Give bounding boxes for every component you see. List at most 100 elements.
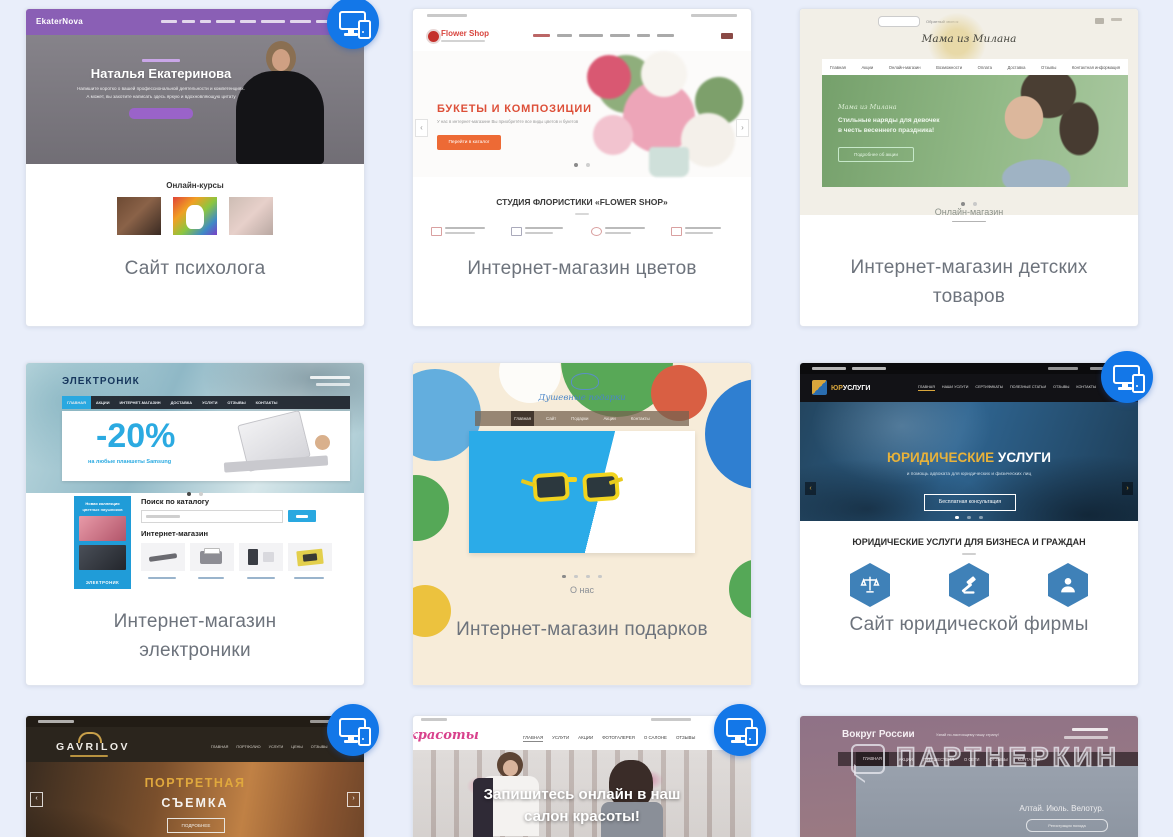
template-gallery: EkaterNova Наталья Екатеринова Напишите … bbox=[0, 0, 1173, 837]
preview-hero bbox=[469, 431, 695, 553]
side-banner-logo: ЭЛЕКТРОНИК bbox=[85, 580, 120, 585]
template-card-travel[interactable]: Вокруг России Узнай по-настоящему нашу с… bbox=[799, 715, 1139, 837]
service-icon-person bbox=[1048, 563, 1088, 607]
hero-line-2: в честь весеннего праздника! bbox=[838, 127, 935, 134]
course-thumbnails bbox=[26, 197, 364, 235]
hero-line-2: салон красоты! bbox=[524, 808, 640, 825]
features-row bbox=[431, 225, 741, 239]
course-thumb-2 bbox=[173, 197, 217, 235]
hero-subtitle: и помощь адвоката для юридических и физи… bbox=[906, 472, 1032, 477]
hero-title-1: ПОРТРЕТНАЯ bbox=[144, 776, 246, 790]
product-thumb-glasses bbox=[141, 543, 185, 571]
preview-navbar: ГЛАВНАЯ АКЦИИ ИНТЕРНЕТ-МАГАЗИН ДОСТАВКА УСЛУ… bbox=[62, 396, 350, 409]
preview-hero: Запишитесь онлайн в наш салон красоты! bbox=[413, 750, 751, 837]
template-caption: Интернет-магазин цветов bbox=[467, 258, 697, 279]
preview-navbar: ГЛАВНАЯ НАШИ УСЛУГИ СЕРТИФИКАТЫ ПОЛЕЗНЫЕ С… bbox=[918, 385, 1097, 391]
shop-title: Интернет-магазин bbox=[141, 529, 208, 538]
prev-arrow-icon: ‹ bbox=[805, 482, 816, 495]
smartphone-icon bbox=[1132, 374, 1145, 393]
smartphone-icon bbox=[358, 20, 371, 39]
section-title: СТУДИЯ ФЛОРИСТИКИ «FLOWER SHOP» bbox=[496, 197, 668, 207]
preview-topbar bbox=[26, 716, 364, 727]
laptop-photo bbox=[216, 409, 336, 477]
responsive-badge bbox=[714, 704, 766, 756]
flower-logo-icon bbox=[426, 29, 441, 44]
hero-subtitle-2: А может, вы захотите написать здесь ярку… bbox=[86, 94, 236, 99]
partnerkin-watermark: ПАРТНЕРКИН bbox=[851, 741, 1120, 783]
preview-hero: ПОРТРЕТНАЯ СЪЕМКА ПОДРОБНЕЕ ‹ › bbox=[26, 762, 364, 837]
preview-logo: Вокруг России bbox=[842, 729, 915, 740]
template-card-flowers[interactable]: Flower Shop БУКЕТЫ И КОМПОЗИЦИИ У нас в … bbox=[412, 8, 752, 327]
cart-icon bbox=[1095, 18, 1104, 24]
gift-logo-icon bbox=[571, 373, 599, 390]
template-card-electronics[interactable]: ЭЛЕКТРОНИК ГЛАВНАЯ АКЦИИ ИНТЕРНЕТ-МАГАЗИН Д… bbox=[25, 362, 365, 686]
feature-item bbox=[671, 225, 741, 239]
preview-logo: ЮРУСЛУГИ bbox=[831, 385, 871, 392]
side-banner-line-2: цветных наушников bbox=[82, 507, 123, 512]
template-preview-travel: Вокруг России Узнай по-настоящему нашу с… bbox=[800, 716, 1138, 837]
preview-topbar bbox=[800, 363, 1138, 374]
template-card-beauty[interactable]: красоты ГЛАВНАЯ УСЛУГИ АКЦИИ ФОТОГАЛЕРЕЯ О С… bbox=[412, 704, 766, 837]
preview-hero: ЭЛЕКТРОНИК ГЛАВНАЯ АКЦИИ ИНТЕРНЕТ-МАГАЗИН Д… bbox=[26, 363, 364, 496]
discount-value: -20% bbox=[96, 417, 176, 455]
next-arrow-icon: › bbox=[347, 792, 360, 807]
responsive-badge bbox=[1101, 351, 1153, 403]
course-thumb-3 bbox=[229, 197, 274, 235]
slider-dots bbox=[800, 506, 1138, 524]
template-caption: Интернет-магазин электроники bbox=[113, 611, 277, 661]
search-button bbox=[288, 510, 316, 522]
template-card-law[interactable]: ЮРУСЛУГИ ГЛАВНАЯ НАШИ УСЛУГИ СЕРТИФИКАТЫ П… bbox=[799, 351, 1153, 686]
template-caption: Сайт юридической фирмы bbox=[849, 614, 1089, 635]
catalog-button: Перейти в каталог bbox=[437, 135, 501, 150]
hero-line-1: Стильные наряды для девочек bbox=[838, 117, 940, 124]
section-title: Онлайн-курсы bbox=[166, 181, 224, 190]
template-card-psychologist[interactable]: EkaterNova Наталья Екатеринова Напишите … bbox=[25, 0, 379, 327]
slider-dots bbox=[413, 154, 751, 172]
product-thumb-notebook bbox=[288, 543, 332, 571]
responsive-badge bbox=[327, 0, 379, 49]
side-banner-line-1: Новая коллекция bbox=[85, 501, 120, 506]
sunglasses-photo bbox=[520, 471, 643, 513]
template-card-kids[interactable]: Обратный звонок Мама из Милана ГлавнаяАк… bbox=[799, 8, 1139, 327]
details-button: ПОДРОБНЕЕ bbox=[167, 818, 225, 833]
preview-tagline: Узнай по-настоящему нашу страну! bbox=[936, 733, 999, 737]
next-arrow-icon: › bbox=[1122, 482, 1133, 495]
search-title: Поиск по каталогу bbox=[141, 497, 210, 506]
preview-logo: EkaterNova bbox=[36, 17, 84, 26]
hero-line-1: Запишитесь онлайн в наш bbox=[483, 786, 681, 803]
feature-item bbox=[511, 225, 581, 239]
responsive-badge bbox=[327, 704, 379, 756]
preview-logo: красоты bbox=[413, 728, 479, 743]
hero-title-2: СЪЕМКА bbox=[161, 796, 229, 810]
preview-header: Flower Shop bbox=[413, 21, 751, 52]
preview-logo: Flower Shop bbox=[441, 29, 489, 38]
service-icon-gavel bbox=[949, 563, 989, 607]
preview-hero: БУКЕТЫ И КОМПОЗИЦИИ У нас в интернет-маг… bbox=[413, 51, 751, 177]
hero-title: БУКЕТЫ И КОМПОЗИЦИИ bbox=[437, 103, 592, 115]
hero-title: ЮРИДИЧЕСКИЕ УСЛУГИ bbox=[887, 450, 1051, 465]
template-preview-beauty: красоты ГЛАВНАЯ УСЛУГИ АКЦИИ ФОТОГАЛЕРЕЯ О С… bbox=[413, 716, 751, 837]
mountain-photo: Алтай. Июль. Велотур. Регистрация похода bbox=[856, 766, 1138, 837]
smartphone-icon bbox=[358, 727, 371, 746]
about-title: О нас bbox=[570, 585, 594, 595]
preview-hero: Мама из Милана Стильные наряды для девоч… bbox=[822, 75, 1128, 187]
promo-banner: -20% на любые планшеты Samsung bbox=[62, 409, 350, 481]
template-card-gifts[interactable]: Душевные подарки Главная Сайт Подарки Акции… bbox=[412, 362, 752, 686]
side-banner: Новая коллекция цветных наушников ЭЛЕКТР… bbox=[74, 496, 131, 589]
preview-hero: ЮРИДИЧЕСКИЕ УСЛУГИ и помощь адвоката для… bbox=[800, 402, 1138, 521]
product-thumb-phone bbox=[239, 543, 283, 571]
slider-dots bbox=[413, 565, 751, 583]
template-card-photographer[interactable]: GAVRILOV ГЛАВНАЯ ПОРТФОЛИО УСЛУГИ ЦЕНЫ ОТЗЫВ… bbox=[25, 704, 379, 837]
preview-logo: Душевные подарки bbox=[538, 393, 626, 403]
hero-title: Наталья Екатеринова bbox=[90, 66, 232, 81]
section-title: Онлайн-магазин bbox=[934, 207, 1004, 217]
preview-header: красоты ГЛАВНАЯ УСЛУГИ АКЦИИ ФОТОГАЛЕРЕЯ О С… bbox=[413, 723, 751, 750]
template-preview-photographer: GAVRILOV ГЛАВНАЯ ПОРТФОЛИО УСЛУГИ ЦЕНЫ ОТЗЫВ… bbox=[26, 716, 364, 837]
smartphone-icon bbox=[745, 727, 758, 746]
law-logo-icon bbox=[812, 380, 827, 395]
preview-navbar: EkaterNova bbox=[26, 9, 364, 35]
prev-arrow-icon: ‹ bbox=[30, 792, 43, 807]
feature-item bbox=[591, 225, 661, 239]
template-caption: Сайт психолога bbox=[124, 258, 266, 279]
product-thumb-printer bbox=[190, 543, 234, 571]
